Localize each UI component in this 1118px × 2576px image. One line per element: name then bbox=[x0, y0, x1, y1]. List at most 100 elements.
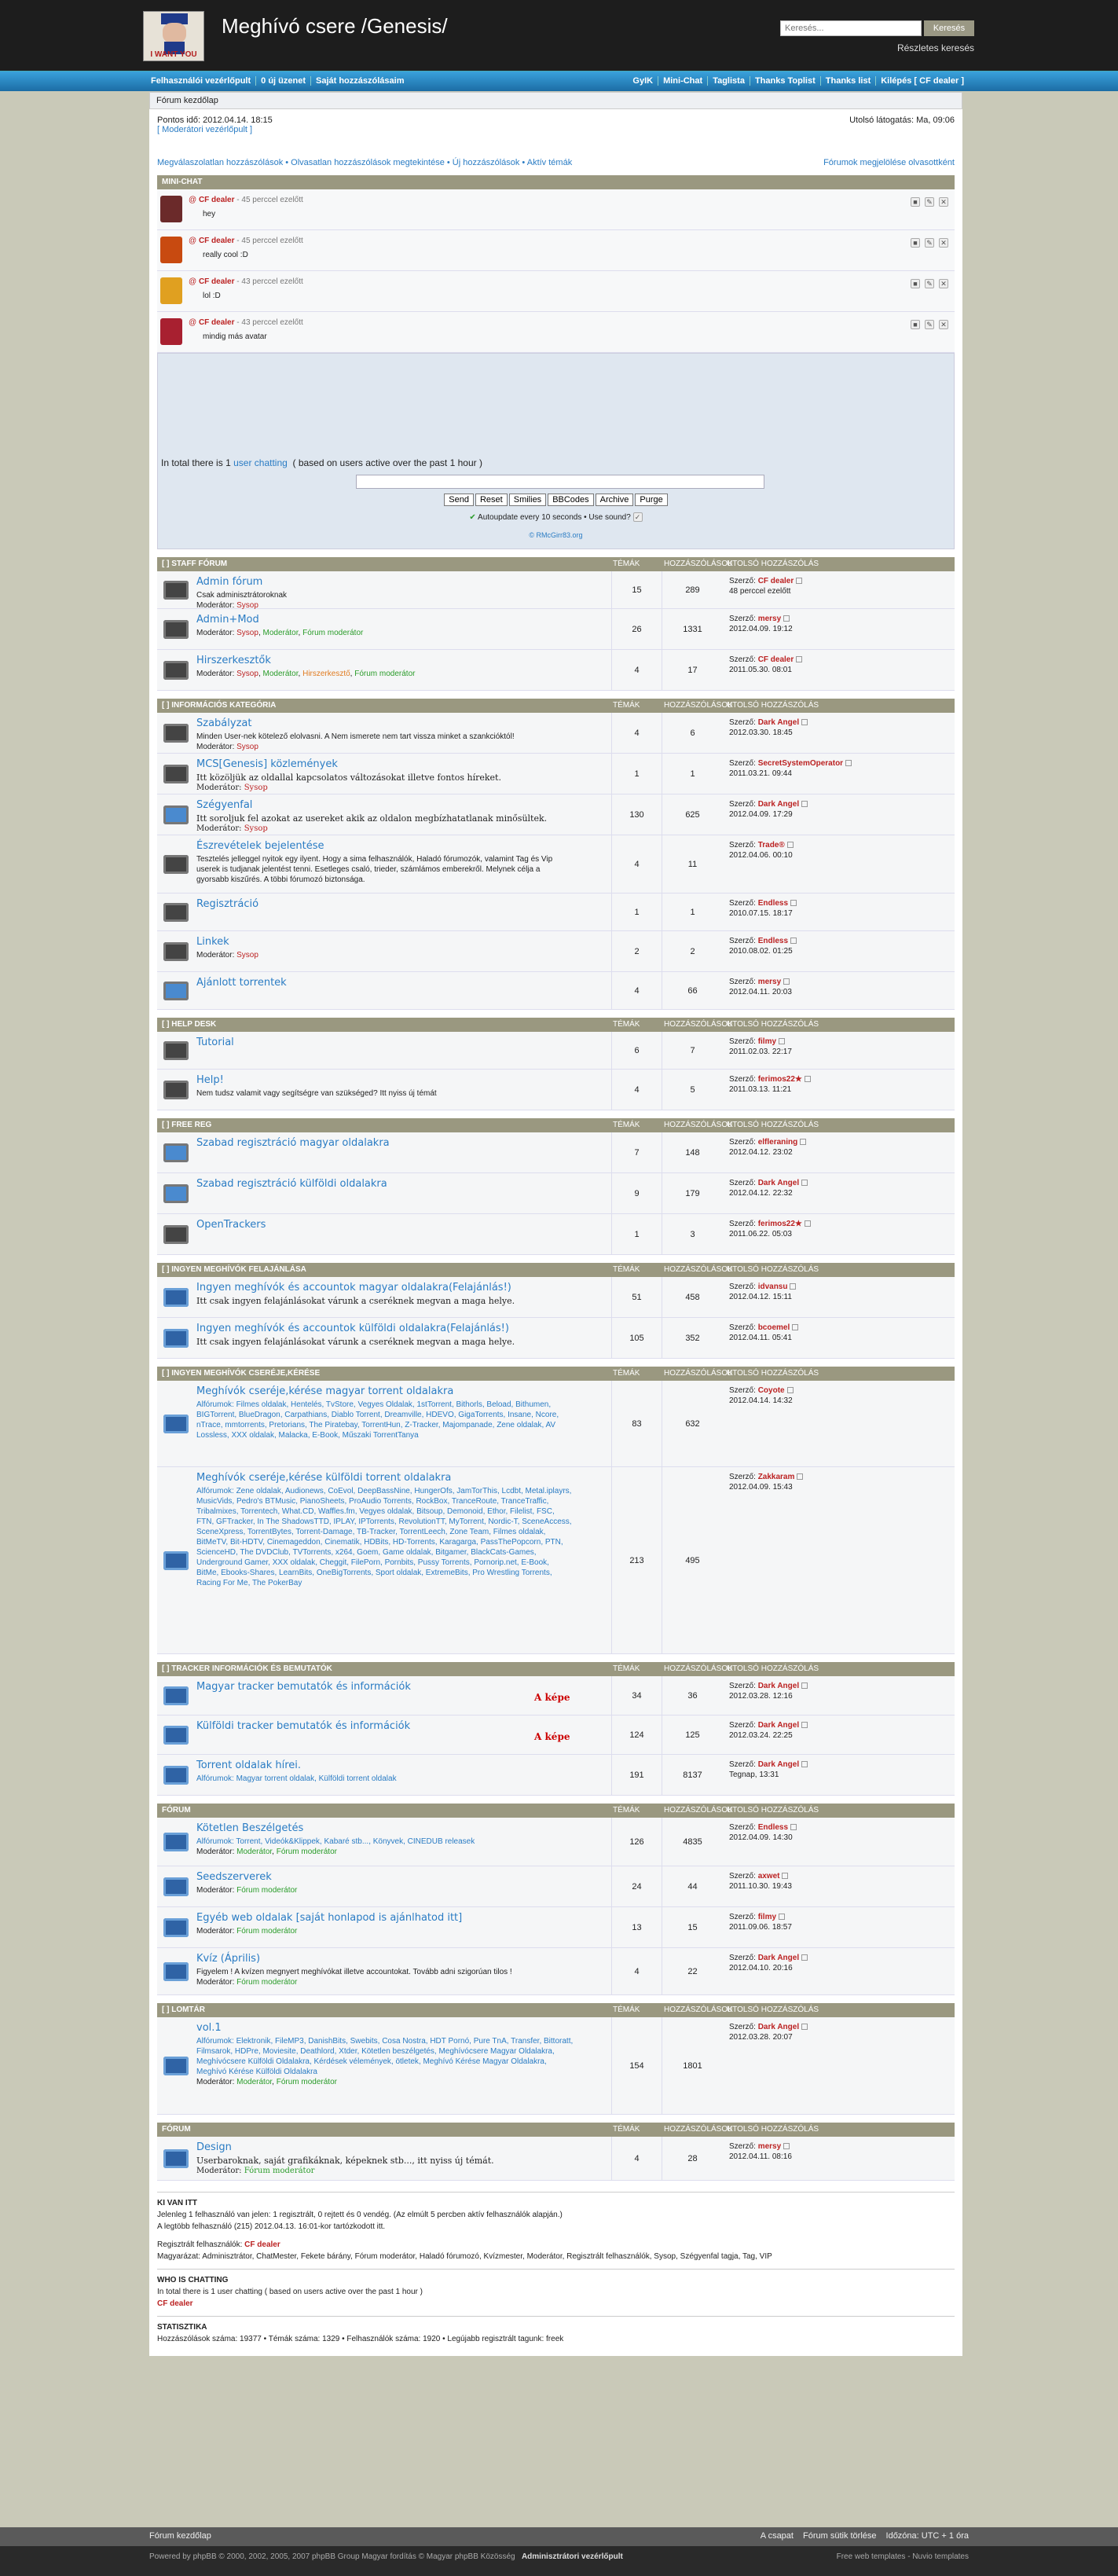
goto-post-icon[interactable] bbox=[790, 1283, 797, 1290]
subforum-list[interactable]: Alfórumok: Torrent, Videók&Klippek, Kaba… bbox=[196, 1837, 574, 1847]
forum-name[interactable]: Linkek bbox=[196, 936, 229, 948]
moderator-link[interactable]: Sysop bbox=[236, 670, 258, 678]
last-post-author[interactable]: filmy bbox=[758, 1037, 776, 1046]
category-title[interactable]: [ ] TRACKER INFORMÁCIÓK ÉS BEMUTATÓK bbox=[162, 1664, 332, 1673]
last-post-author[interactable]: Endless bbox=[758, 1823, 788, 1832]
last-post-author[interactable]: filmy bbox=[758, 1913, 776, 1921]
quote-icon[interactable]: ■ bbox=[911, 197, 920, 207]
category-header[interactable]: [ ] INFORMÁCIÓS KATEGÓRIA TÉMÁK HOZZÁSZÓLÁ… bbox=[157, 699, 955, 713]
forum-name[interactable]: Admin+Mod bbox=[196, 614, 259, 626]
site-title[interactable]: Meghívó csere /Genesis/ bbox=[222, 14, 448, 39]
category-header[interactable]: [ ] INGYEN MEGHÍVÓK CSERÉJE,KÉRÉSE TÉMÁK H… bbox=[157, 1367, 955, 1381]
last-post-author[interactable]: Endless bbox=[758, 899, 788, 908]
last-post-author[interactable]: Endless bbox=[758, 937, 788, 945]
quote-icon[interactable]: ■ bbox=[911, 279, 920, 288]
forum-name[interactable]: vol.1 bbox=[196, 2022, 222, 2034]
mod-cp-link[interactable]: [ Moderátori vezérlőpult ] bbox=[157, 125, 273, 134]
subforum-list[interactable]: Alfórumok: Elektronik, FileMP3, DanishBi… bbox=[196, 2036, 574, 2077]
category-title[interactable]: [ ] STAFF FÓRUM bbox=[162, 560, 227, 568]
nav-item[interactable]: Thanks Toplist bbox=[750, 76, 821, 86]
forum-name[interactable]: Észrevételek bejelentése bbox=[196, 840, 324, 852]
moderator-link[interactable]: Fórum moderátor bbox=[277, 2078, 337, 2086]
footer-link[interactable]: Időzóna: UTC + 1 óra bbox=[886, 2531, 969, 2541]
category-title[interactable]: [ ] INFORMÁCIÓS KATEGÓRIA bbox=[162, 701, 276, 710]
forum-name[interactable]: Ingyen meghívók és accountok külföldi ol… bbox=[196, 1323, 509, 1334]
category-title[interactable]: [ ] FREE REG bbox=[162, 1121, 211, 1129]
forum-name[interactable]: Regisztráció bbox=[196, 898, 258, 910]
forum-name[interactable]: Szabályzat bbox=[196, 717, 251, 729]
last-post-author[interactable]: CF dealer bbox=[758, 577, 794, 585]
category-header[interactable]: [ ] FREE REG TÉMÁK HOZZÁSZÓLÁSOK UTOLSÓ HOZ… bbox=[157, 1118, 955, 1132]
forum-name[interactable]: Torrent oldalak hírei. bbox=[196, 1760, 301, 1771]
last-post-author[interactable]: Dark Angel bbox=[758, 718, 799, 727]
chat-username[interactable]: CF dealer bbox=[199, 196, 235, 204]
mark-read-link[interactable]: Fórumok megjelölése olvasottként bbox=[823, 158, 955, 167]
goto-post-icon[interactable] bbox=[786, 1387, 794, 1394]
goto-post-icon[interactable] bbox=[804, 1076, 811, 1083]
forum-name[interactable]: Magyar tracker bemutatók és információk bbox=[196, 1681, 411, 1693]
chat-archive-button[interactable]: Archive bbox=[595, 494, 634, 506]
search-links[interactable]: Megválaszolatlan hozzászólások • Olvasat… bbox=[157, 158, 572, 167]
forum-name[interactable]: Tutorial bbox=[196, 1037, 234, 1048]
goto-post-icon[interactable] bbox=[797, 1473, 804, 1481]
moderator-link[interactable]: Fórum moderátor bbox=[244, 2167, 315, 2175]
goto-post-icon[interactable] bbox=[783, 2143, 790, 2150]
goto-post-icon[interactable] bbox=[796, 578, 803, 585]
goto-post-icon[interactable] bbox=[783, 978, 790, 985]
goto-post-icon[interactable] bbox=[801, 1761, 808, 1768]
last-post-author[interactable]: idvansu bbox=[758, 1282, 788, 1291]
moderator-link[interactable]: Sysop bbox=[236, 743, 258, 751]
category-header[interactable]: [ ] INGYEN MEGHÍVÓK FELAJÁNLÁSA TÉMÁK HOZZ… bbox=[157, 1263, 955, 1277]
chat-username[interactable]: CF dealer bbox=[199, 318, 235, 327]
last-post-author[interactable]: Dark Angel bbox=[758, 1721, 799, 1730]
forum-name[interactable]: Szégyenfal bbox=[196, 799, 252, 811]
subforum-list[interactable]: Alfórumok: Zene oldalak, Audionews, CoEv… bbox=[196, 1486, 574, 1588]
forum-name[interactable]: Ingyen meghívók és accountok magyar olda… bbox=[196, 1282, 511, 1294]
goto-post-icon[interactable] bbox=[790, 1824, 797, 1831]
category-header[interactable]: [ ] TRACKER INFORMÁCIÓK ÉS BEMUTATÓK TÉMÁ… bbox=[157, 1662, 955, 1676]
last-post-author[interactable]: Zakkaram bbox=[758, 1473, 795, 1481]
last-post-author[interactable]: mersy bbox=[758, 615, 781, 623]
breadcrumb[interactable]: Fórum kezdőlap bbox=[149, 92, 962, 109]
online-user[interactable]: CF dealer bbox=[244, 2240, 280, 2249]
footer-link[interactable]: A csapat bbox=[761, 2531, 794, 2541]
search-button[interactable]: Keresés bbox=[924, 20, 974, 36]
category-header[interactable]: [ ] HELP DESK TÉMÁK HOZZÁSZÓLÁSOK UTOLSÓ HO… bbox=[157, 1018, 955, 1032]
moderator-link[interactable]: Fórum moderátor bbox=[236, 1886, 297, 1895]
goto-post-icon[interactable] bbox=[801, 1722, 808, 1729]
last-post-author[interactable]: elfleraning bbox=[758, 1138, 798, 1147]
goto-post-icon[interactable] bbox=[790, 900, 797, 907]
nav-item[interactable]: GyIK bbox=[628, 76, 659, 86]
chat-bbcodes-button[interactable]: BBCodes bbox=[548, 494, 594, 506]
goto-post-icon[interactable] bbox=[801, 801, 808, 808]
chat-username[interactable]: CF dealer bbox=[199, 237, 235, 245]
moderator-link[interactable]: Sysop bbox=[236, 951, 258, 960]
last-post-author[interactable]: Dark Angel bbox=[758, 1179, 799, 1187]
forum-name[interactable]: Kvíz (Április) bbox=[196, 1953, 260, 1965]
last-post-author[interactable]: mersy bbox=[758, 2142, 781, 2151]
footer-breadcrumb[interactable]: Fórum kezdőlap bbox=[149, 2531, 211, 2541]
goto-post-icon[interactable] bbox=[786, 842, 794, 849]
subforum-list[interactable]: Alfórumok: Magyar torrent oldalak, Külfö… bbox=[196, 1774, 574, 1784]
goto-post-icon[interactable] bbox=[804, 1220, 811, 1227]
quote-icon[interactable]: ■ bbox=[911, 320, 920, 329]
forum-name[interactable]: Admin fórum bbox=[196, 576, 262, 588]
last-post-author[interactable]: mersy bbox=[758, 978, 781, 986]
subforum-list[interactable]: Alfórumok: Filmes oldalak, Hentelés, TvS… bbox=[196, 1400, 574, 1440]
footer-link[interactable]: Fórum sütik törlése bbox=[803, 2531, 877, 2541]
goto-post-icon[interactable] bbox=[779, 1914, 786, 1921]
moderator-link[interactable]: Fórum moderátor bbox=[354, 670, 415, 678]
last-post-author[interactable]: Dark Angel bbox=[758, 1760, 799, 1769]
delete-icon[interactable]: ✕ bbox=[939, 197, 948, 207]
goto-post-icon[interactable] bbox=[790, 938, 797, 945]
nav-item[interactable]: Taglista bbox=[708, 76, 750, 86]
edit-icon[interactable]: ✎ bbox=[925, 238, 934, 248]
category-title[interactable]: [ ] HELP DESK bbox=[162, 1020, 216, 1029]
chatting-user[interactable]: CF dealer bbox=[157, 2298, 955, 2310]
nav-item[interactable]: Thanks list bbox=[821, 76, 877, 86]
last-post-author[interactable]: CF dealer bbox=[758, 655, 794, 664]
forum-name[interactable]: Külföldi tracker bemutatók és információ… bbox=[196, 1720, 410, 1732]
moderator-link[interactable]: Fórum moderátor bbox=[236, 1927, 297, 1936]
moderator-link[interactable]: Fórum moderátor bbox=[302, 629, 363, 637]
category-header[interactable]: FÓRUM TÉMÁK HOZZÁSZÓLÁSOK UTOLSÓ HOZZÁSZÓLÁ… bbox=[157, 2123, 955, 2137]
